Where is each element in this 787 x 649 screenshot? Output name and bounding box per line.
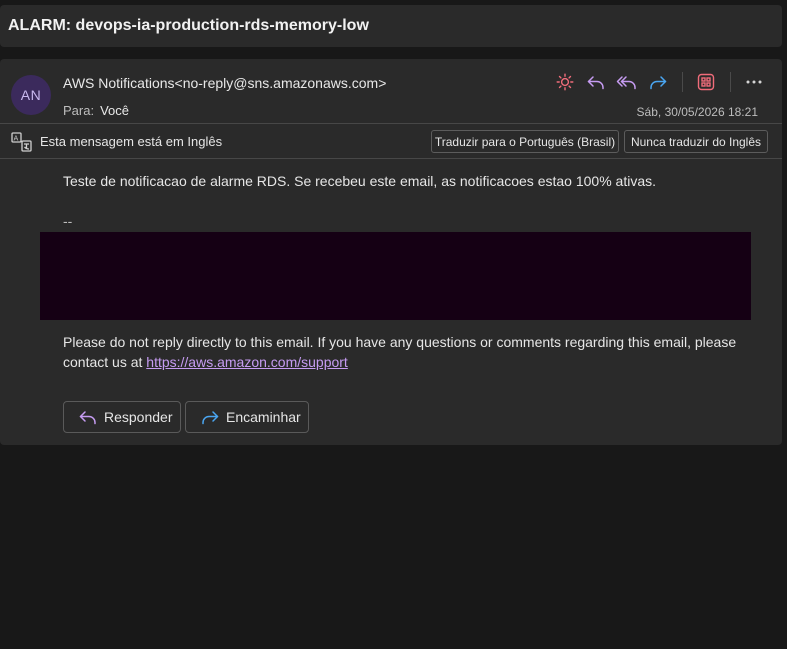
translation-bar: A Esta mensagem está em Inglês Traduzir … <box>0 123 782 159</box>
sun-icon[interactable] <box>553 70 577 94</box>
reply-label: Responder <box>104 409 173 425</box>
translate-button[interactable]: Traduzir para o Português (Brasil) <box>431 130 619 153</box>
reply-icon <box>79 411 96 425</box>
signature-separator: -- <box>63 213 73 229</box>
support-link[interactable]: https://aws.amazon.com/support <box>146 354 348 370</box>
divider <box>730 72 731 92</box>
recipient-line: Para: Você <box>63 103 129 118</box>
message-card: AN AWS Notifications<no-reply@sns.amazon… <box>0 59 782 445</box>
svg-text:A: A <box>14 135 19 143</box>
apps-icon[interactable] <box>694 70 718 94</box>
email-body: Teste de notificacao de alarme RDS. Se r… <box>63 173 656 189</box>
reply-icon[interactable] <box>584 70 608 94</box>
forward-icon <box>202 411 219 425</box>
forward-label: Encaminhar <box>226 409 301 425</box>
to-value[interactable]: Você <box>100 103 129 118</box>
translate-icon: A <box>11 132 32 152</box>
redacted-block <box>40 232 751 320</box>
footer-text: Please do not reply directly to this ema… <box>63 332 743 372</box>
message-actions <box>546 70 766 94</box>
divider <box>682 72 683 92</box>
email-subject: ALARM: devops-ia-production-rds-memory-l… <box>8 17 369 34</box>
more-icon[interactable] <box>742 70 766 94</box>
to-label: Para: <box>63 103 95 118</box>
forward-icon[interactable] <box>646 70 670 94</box>
never-translate-button[interactable]: Nunca traduzir do Inglês <box>624 130 768 153</box>
reply-all-icon[interactable] <box>615 70 639 94</box>
received-date: Sáb, 30/05/2026 18:21 <box>636 105 758 119</box>
forward-button[interactable]: Encaminhar <box>185 401 309 433</box>
sender-name[interactable]: AWS Notifications<no-reply@sns.amazonaws… <box>63 75 386 91</box>
subject-bar: ALARM: devops-ia-production-rds-memory-l… <box>0 5 782 47</box>
translation-message: Esta mensagem está em Inglês <box>40 134 223 149</box>
avatar[interactable]: AN <box>11 75 51 115</box>
reply-button[interactable]: Responder <box>63 401 181 433</box>
